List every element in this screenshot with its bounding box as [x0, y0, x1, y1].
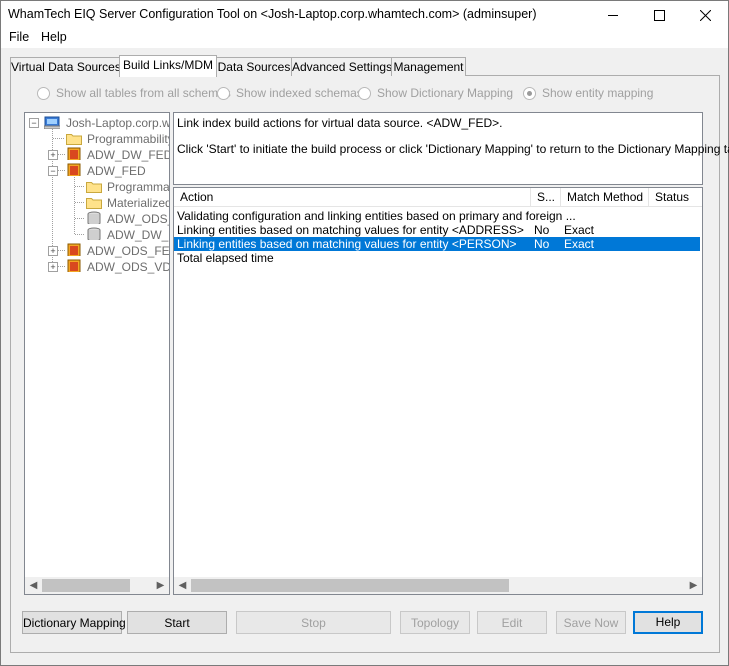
main-window: WhamTech EIQ Server Configuration Tool o… — [0, 0, 729, 666]
tab-advanced-settings[interactable]: Advanced Settings — [291, 57, 392, 76]
maximize-icon — [653, 9, 665, 21]
scroll-thumb[interactable] — [191, 579, 509, 592]
info-panel: Link index build actions for virtual dat… — [173, 112, 729, 185]
tree-horizontal-scrollbar[interactable]: ◀ ▶ — [25, 577, 169, 594]
close-button[interactable] — [682, 1, 728, 29]
database-icon — [67, 243, 81, 256]
info-line-2: Click 'Start' to initiate the build proc… — [177, 142, 729, 156]
cell-s: No — [534, 237, 550, 251]
cell-match-method: Exact — [564, 237, 595, 251]
cell-action: Total elapsed time — [177, 251, 274, 265]
folder-icon — [86, 198, 102, 209]
column-header-action[interactable]: Action — [174, 188, 531, 206]
tree-node-adw-fed[interactable]: ADW_FED — [87, 163, 146, 179]
radio-show-all-tables[interactable]: Show all tables from all schemas — [37, 86, 231, 100]
collapse-toggle[interactable]: − — [48, 166, 58, 176]
expand-toggle[interactable]: + — [48, 150, 58, 160]
collapse-toggle[interactable]: − — [29, 118, 39, 128]
scroll-thumb[interactable] — [42, 579, 130, 592]
start-button[interactable]: Start — [127, 611, 227, 634]
tree-node-adw-ods-vd[interactable]: ADW_ODS_VD — [87, 259, 169, 275]
cell-action: Linking entities based on matching value… — [177, 237, 517, 251]
radio-label: Show entity mapping — [542, 86, 654, 100]
edit-button[interactable]: Edit — [477, 611, 547, 634]
radio-show-dictionary-mapping[interactable]: Show Dictionary Mapping — [358, 86, 513, 100]
tree-node-programmability[interactable]: Programmability — [87, 131, 169, 147]
cell-action: Validating configuration and linking ent… — [177, 209, 576, 223]
column-header-s[interactable]: S... — [531, 188, 561, 206]
folder-icon — [86, 182, 102, 193]
radio-label: Show indexed schemas — [236, 86, 363, 100]
tab-management[interactable]: Management — [391, 57, 466, 76]
tree-node-materialized[interactable]: Materialized — [107, 195, 169, 211]
table-row[interactable]: Validating configuration and linking ent… — [174, 209, 700, 223]
tree-node-programmability-child[interactable]: Programmability — [107, 179, 169, 195]
title-bar: WhamTech EIQ Server Configuration Tool o… — [1, 1, 728, 29]
help-button[interactable]: Help — [633, 611, 703, 634]
info-line-1: Link index build actions for virtual dat… — [177, 116, 503, 130]
menu-bar: File Help — [1, 29, 728, 48]
list-horizontal-scrollbar[interactable]: ◀ ▶ — [174, 577, 702, 594]
cell-match-method: Exact — [564, 223, 595, 237]
menu-help[interactable]: Help — [41, 30, 67, 44]
tree-node-adw-dw-fed[interactable]: ADW_DW_FED — [87, 147, 169, 163]
radio-circle-icon — [217, 86, 230, 100]
stop-button[interactable]: Stop — [236, 611, 391, 634]
tree-root-server[interactable]: Josh-Laptop.corp.whamtech.com — [66, 115, 169, 131]
table-row-selected[interactable]: Linking entities based on matching value… — [174, 237, 700, 251]
maximize-button[interactable] — [636, 1, 682, 29]
build-actions-list[interactable]: Action S... Match Method Status Validati… — [173, 187, 703, 595]
topology-button[interactable]: Topology — [400, 611, 470, 634]
radio-show-indexed-schemas[interactable]: Show indexed schemas — [217, 86, 363, 100]
tree-node-adw-ods-fed[interactable]: ADW_ODS_FED — [87, 243, 169, 259]
table-row[interactable]: Total elapsed time — [174, 251, 700, 265]
column-header-status[interactable]: Status — [649, 188, 702, 206]
server-computer-icon — [44, 116, 60, 129]
cell-s: No — [534, 223, 550, 237]
radio-circle-icon — [37, 86, 50, 100]
tree-node-adw-ods[interactable]: ADW_ODS_ — [107, 211, 169, 227]
tab-virtual-data-sources[interactable]: Virtual Data Sources — [10, 57, 121, 76]
database-icon — [67, 259, 81, 272]
cell-action: Linking entities based on matching value… — [177, 223, 524, 237]
radio-selected-icon — [523, 86, 536, 100]
data-store-icon — [87, 211, 101, 224]
folder-icon — [66, 134, 82, 145]
schema-tree[interactable]: − Josh-Laptop.corp.whamtech.com Programm… — [24, 112, 170, 595]
expand-toggle[interactable]: + — [48, 262, 58, 272]
database-icon — [67, 147, 81, 160]
radio-label: Show all tables from all schemas — [56, 86, 231, 100]
scroll-left-icon[interactable]: ◀ — [174, 577, 191, 594]
radio-circle-icon — [358, 86, 371, 100]
minimize-icon — [607, 14, 618, 16]
data-store-icon — [87, 227, 101, 240]
close-icon — [699, 9, 711, 21]
menu-file[interactable]: File — [9, 30, 29, 44]
list-header: Action S... Match Method Status — [174, 188, 702, 207]
radio-show-entity-mapping[interactable]: Show entity mapping — [523, 86, 653, 100]
table-row[interactable]: Linking entities based on matching value… — [174, 223, 700, 237]
minimize-button[interactable] — [590, 1, 636, 29]
window-title: WhamTech EIQ Server Configuration Tool o… — [8, 7, 537, 21]
database-icon — [67, 163, 81, 176]
tree-node-adw-dw[interactable]: ADW_DW_ — [107, 227, 168, 243]
column-header-match-method[interactable]: Match Method — [561, 188, 649, 206]
radio-label: Show Dictionary Mapping — [377, 86, 514, 100]
scroll-left-icon[interactable]: ◀ — [25, 577, 42, 594]
expand-toggle[interactable]: + — [48, 246, 58, 256]
scroll-right-icon[interactable]: ▶ — [152, 577, 169, 594]
tab-data-sources[interactable]: Data Sources — [216, 57, 292, 76]
tab-build-links-mdm[interactable]: Build Links/MDM — [119, 55, 217, 77]
scroll-right-icon[interactable]: ▶ — [685, 577, 702, 594]
save-now-button[interactable]: Save Now — [556, 611, 626, 634]
dictionary-mapping-button[interactable]: Dictionary Mapping — [22, 611, 126, 634]
